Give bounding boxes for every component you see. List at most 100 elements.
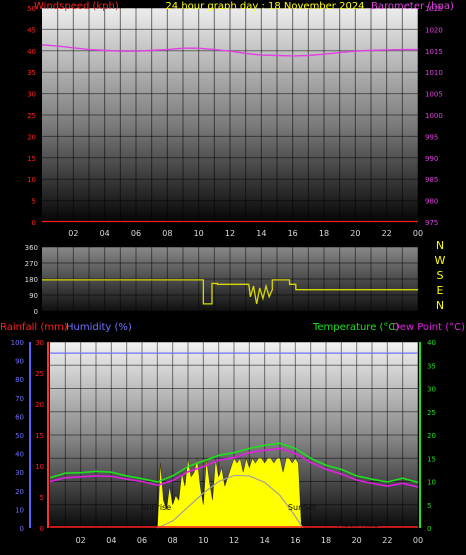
chart1-x-tick-06: 06 (131, 229, 141, 238)
chart1-left-tick-labels: 05101520253035404550 (27, 5, 36, 227)
annotation-sunset: SunSet (288, 503, 316, 512)
chart2-left-tick-labels: 360 270 180 90 0 (25, 244, 38, 316)
chart3-rainfall-axis-label: Rainfall (mm) (0, 322, 68, 333)
chart3-rain-tick-20: 20 (35, 401, 44, 409)
chart3-humidity-tick-60: 60 (15, 413, 24, 421)
chart3-temperature-tick-35: 35 (427, 362, 436, 370)
chart1-right-tick-1000: 1000 (425, 112, 443, 120)
chart1-right-tick-980: 980 (425, 198, 438, 206)
chart1-right-tick-990: 990 (425, 155, 438, 163)
chart1-right-tick-1020: 1020 (425, 26, 443, 34)
chart1-x-tick-14: 14 (256, 229, 266, 238)
compass-label-n-0: N (436, 239, 444, 252)
chart1-title: 24 hour graph day : 18 November 2024 (165, 1, 364, 12)
chart3-humidity-tick-0: 0 (20, 525, 24, 533)
rain-humidity-temperature-chart: 0 10 20 30 40 50 60 70 80 90 100 0 5 10 15 20 25 30 0 5 10… (0, 322, 465, 545)
chart3-temperature-tick-25: 25 (427, 409, 436, 417)
chart2-y-tick-360: 360 (25, 244, 38, 252)
chart3-rain-tick-10: 10 (35, 463, 44, 471)
chart3-rain-tick-labels: 0 5 10 15 20 25 30 (35, 339, 44, 533)
chart3-x-tick-02: 02 (76, 536, 86, 545)
chart2-compass-labels: NWSEN (435, 239, 446, 312)
chart3-x-tick-20: 20 (352, 536, 362, 545)
chart1-x-tick-22: 22 (382, 229, 392, 238)
chart3-humidity-tick-30: 30 (15, 469, 24, 477)
chart3-humidity-tick-labels: 0 10 20 30 40 50 60 70 80 90 100 (11, 339, 24, 533)
chart2-y-tick-270: 270 (25, 260, 38, 268)
chart3-temperature-tick-0: 0 (427, 525, 431, 533)
chart3-humidity-tick-100: 100 (11, 339, 24, 347)
chart3-x-tick-18: 18 (321, 536, 331, 545)
chart3-temperature-tick-30: 30 (427, 386, 436, 394)
chart1-left-tick-10: 10 (27, 176, 36, 184)
chart1-right-tick-1005: 1005 (425, 91, 443, 99)
chart3-humidity-tick-80: 80 (15, 376, 24, 384)
compass-label-w-1: W (435, 254, 446, 267)
chart3-temperature-tick-5: 5 (427, 502, 431, 510)
chart3-x-tick-12: 12 (229, 536, 239, 545)
chart3-dewpoint-axis-label: Dew Point (°C) (392, 322, 465, 333)
chart1-left-tick-20: 20 (27, 133, 36, 141)
chart3-x-tick-00: 00 (413, 536, 423, 545)
chart3-x-tick-14: 14 (260, 536, 270, 545)
chart1-x-tick-04: 04 (100, 229, 110, 238)
chart1-right-tick-995: 995 (425, 133, 438, 141)
compass-label-e-3: E (437, 284, 444, 297)
chart1-right-axis-label: Barometer (hpa) (371, 1, 454, 12)
chart1-left-tick-5: 5 (32, 198, 36, 206)
chart3-humidity-tick-20: 20 (15, 488, 24, 496)
chart1-right-tick-985: 985 (425, 176, 438, 184)
windspeed-barometer-chart: 05101520253035404550 9759809859909951000… (27, 1, 454, 238)
chart1-x-tick-16: 16 (288, 229, 298, 238)
chart2-y-tick-90: 90 (29, 292, 38, 300)
chart3-rain-tick-5: 5 (40, 494, 44, 502)
chart1-right-tick-labels: 975980985990995100010051010101510201025 (425, 5, 443, 227)
chart1-x-tick-00: 00 (413, 229, 423, 238)
chart1-left-tick-0: 0 (32, 219, 36, 227)
annotation-sunrise: Sunrise (141, 503, 171, 512)
chart3-x-tick-22: 22 (382, 536, 392, 545)
chart1-x-tick-18: 18 (319, 229, 329, 238)
chart3-x-tick-10: 10 (198, 536, 208, 545)
chart3-rain-tick-15: 15 (35, 432, 44, 440)
chart3-x-tick-06: 06 (137, 536, 147, 545)
chart3-humidity-tick-50: 50 (15, 432, 24, 440)
chart3-temperature-tick-10: 10 (427, 479, 436, 487)
chart3-humidity-axis-label: Humidity (%) (66, 322, 132, 333)
chart3-humidity-tick-10: 10 (15, 506, 24, 514)
chart1-left-tick-40: 40 (27, 48, 36, 56)
chart3-humidity-tick-70: 70 (15, 395, 24, 403)
chart3-humidity-tick-40: 40 (15, 451, 24, 459)
chart1-right-tick-1010: 1010 (425, 69, 443, 77)
annotation-moon-rise: Moon Rise (337, 520, 378, 529)
chart1-x-tick-20: 20 (350, 229, 360, 238)
chart3-temperature-tick-40: 40 (427, 339, 436, 347)
chart1-left-tick-25: 25 (27, 112, 36, 120)
chart3-rain-tick-0: 0 (40, 525, 44, 533)
chart3-x-tick-labels: 02 04 06 08 10 12 14 16 18 20 22 00 (76, 536, 424, 545)
compass-label-n-4: N (436, 299, 444, 312)
compass-label-s-2: S (437, 269, 444, 282)
chart1-x-tick-02: 02 (68, 229, 78, 238)
chart3-x-tick-08: 08 (168, 536, 178, 545)
wind-direction-chart: 360270180900 NWSEN (25, 239, 446, 316)
chart1-left-tick-30: 30 (27, 91, 36, 99)
chart3-rain-tick-25: 25 (35, 370, 44, 378)
chart1-left-tick-35: 35 (27, 69, 36, 77)
chart3-rain-tick-30: 30 (35, 339, 44, 347)
chart3-temperature-tick-labels: 0 5 10 15 20 25 30 35 40 (427, 339, 436, 533)
chart1-x-tick-12: 12 (225, 229, 235, 238)
chart1-right-tick-975: 975 (425, 219, 438, 227)
chart2-y-tick-180: 180 (25, 276, 38, 284)
chart3-temperature-tick-20: 20 (427, 432, 436, 440)
chart3-humidity-tick-90: 90 (15, 358, 24, 366)
chart1-x-tick-labels: 02 04 06 08 10 12 14 16 18 20 22 00 (68, 229, 423, 238)
chart3-temperature-tick-15: 15 (427, 455, 436, 463)
chart1-left-tick-45: 45 (27, 26, 36, 34)
weather-graphs: 05101520253035404550 9759809859909951000… (0, 1, 465, 545)
chart1-right-tick-1015: 1015 (425, 48, 443, 56)
chart1-x-tick-10: 10 (194, 229, 204, 238)
chart3-x-tick-04: 04 (106, 536, 116, 545)
chart3-x-tick-16: 16 (290, 536, 300, 545)
chart2-y-tick-0: 0 (34, 308, 38, 316)
